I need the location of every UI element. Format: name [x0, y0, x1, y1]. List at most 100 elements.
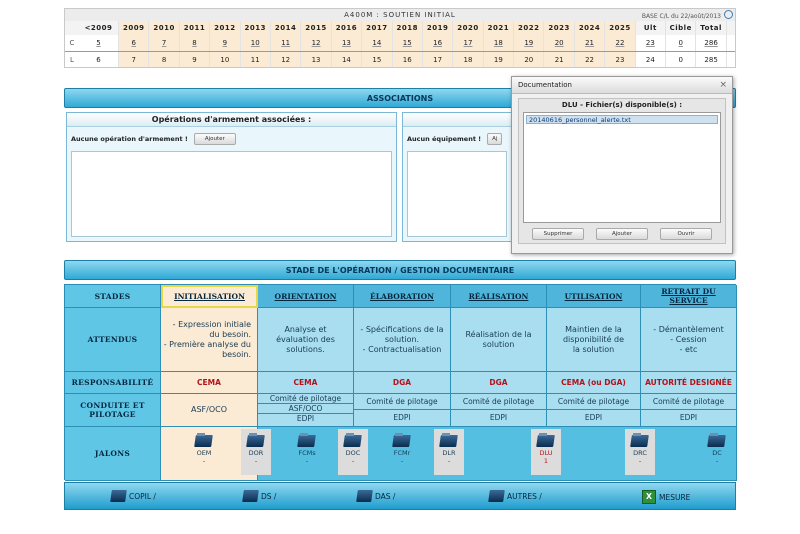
milestone-label: DRC: [633, 449, 647, 457]
stage-retrait[interactable]: RETRAIT DU SERVICE: [641, 285, 737, 308]
years-table: A400M : SOUTIEN INITIAL BASE C/L du 22/a…: [64, 8, 736, 68]
year-value[interactable]: 21: [574, 35, 606, 51]
das-link[interactable]: DAS /: [356, 490, 395, 502]
milestone-label: DOR: [248, 449, 264, 457]
year-value[interactable]: 0: [666, 35, 697, 51]
delete-button[interactable]: Supprimer: [532, 228, 584, 240]
folder-icon: [194, 433, 214, 447]
add-file-button[interactable]: Ajouter: [596, 228, 648, 240]
year-value[interactable]: 5: [79, 35, 119, 51]
file-list[interactable]: 20140616_personnel_alerte.txt: [523, 112, 721, 223]
year-header: Ult: [636, 21, 667, 35]
milestone-drc[interactable]: DRC -: [625, 429, 655, 475]
milestone-label: DOC: [345, 449, 361, 457]
year-value: 23: [605, 52, 636, 67]
conduite-item: EDPI: [584, 413, 603, 422]
stage-orientation[interactable]: ORIENTATION: [258, 285, 354, 308]
milestone-dc[interactable]: DC -: [702, 433, 732, 465]
year-value: 0: [666, 52, 697, 67]
footer-label: COPIL /: [129, 491, 156, 501]
year-value[interactable]: 8: [179, 35, 211, 51]
year-header: 2013: [240, 21, 271, 35]
conduite-item: ASF/OCO: [258, 404, 353, 414]
equipment-list[interactable]: [407, 151, 507, 237]
year-value[interactable]: 286: [696, 35, 727, 51]
years-header-row: <2009 2009 2010 2011 2012 2013 2014 2015 2016 201…: [65, 21, 735, 35]
operations-list[interactable]: [71, 151, 392, 237]
year-value: 17: [422, 52, 454, 67]
year-value[interactable]: 6: [119, 35, 150, 51]
year-value[interactable]: 23: [636, 35, 667, 51]
conduite-orientation: Comité de pilotage ASF/OCO EDPI: [258, 394, 354, 427]
mesure-link[interactable]: X MESURE: [642, 490, 690, 504]
year-value[interactable]: 11: [270, 35, 302, 51]
conduite-realisation: Comité de pilotage EDPI: [451, 394, 547, 427]
autres-link[interactable]: AUTRES /: [488, 490, 542, 502]
file-item[interactable]: 20140616_personnel_alerte.txt: [526, 115, 718, 124]
resp-retrait: AUTORITÉ DESIGNÉE: [641, 372, 737, 394]
year-header: Cible: [666, 21, 697, 35]
stage-grid: STADES ATTENDUS RESPONSABILITÉ CONDUITE …: [64, 284, 737, 481]
years-row-c: C 5 6 7 8 9 10 11 12 13 14 15 16 17 18 19 20 21 22 23 0 286: [65, 35, 735, 51]
dialog-subtitle: DLU - Fichier(s) disponible(s) :: [561, 101, 683, 109]
year-value: 24: [636, 52, 667, 67]
stage-elaboration[interactable]: ÉLABORATION: [354, 285, 451, 308]
year-value: 19: [483, 52, 515, 67]
copil-link[interactable]: COPIL /: [110, 490, 156, 502]
milestone-dlu[interactable]: DLU 1: [531, 429, 561, 475]
milestone-dlr[interactable]: DLR -: [434, 429, 464, 475]
milestone-oem[interactable]: OEM -: [189, 433, 219, 465]
milestone-fcms[interactable]: FCMs -: [292, 433, 322, 465]
year-value[interactable]: 19: [514, 35, 545, 51]
no-operation-text: Aucune opération d'armement !: [71, 135, 188, 143]
folder-icon: [242, 490, 259, 502]
year-value[interactable]: 12: [301, 35, 332, 51]
year-value[interactable]: 17: [453, 35, 484, 51]
year-value[interactable]: 15: [392, 35, 423, 51]
year-value[interactable]: 13: [331, 35, 363, 51]
year-header: 2021: [483, 21, 515, 35]
dialog-header[interactable]: Documentation ×: [512, 77, 732, 94]
close-icon[interactable]: ×: [719, 77, 727, 94]
stage-realisation[interactable]: RÉALISATION: [451, 285, 547, 308]
year-value[interactable]: 14: [362, 35, 393, 51]
add-operation-button[interactable]: Ajouter: [193, 133, 236, 145]
stage-utilisation[interactable]: UTILISATION: [547, 285, 641, 308]
row-header-responsabilite: RESPONSABILITÉ: [65, 372, 161, 394]
year-value[interactable]: 7: [149, 35, 180, 51]
year-header: 2023: [544, 21, 575, 35]
magnifier-icon[interactable]: [724, 10, 733, 19]
milestone-doc[interactable]: DOC -: [338, 429, 368, 475]
conduite-item: Comité de pilotage: [258, 394, 353, 404]
milestone-dor[interactable]: DOR -: [241, 429, 271, 475]
year-value[interactable]: 16: [422, 35, 454, 51]
equipment-panel-title: [403, 113, 511, 127]
no-equipment-text: Aucun équipement !: [407, 135, 482, 143]
open-button[interactable]: Ouvrir: [660, 228, 712, 240]
milestone-fcmr[interactable]: FCMr -: [387, 433, 417, 465]
dialog-body: DLU - Fichier(s) disponible(s) : 2014061…: [518, 98, 726, 244]
attendus-realisation: Réalisation de la solution: [451, 308, 547, 372]
year-value: 10: [210, 52, 241, 67]
row-label: C: [69, 39, 75, 47]
add-equipment-button[interactable]: Aj: [487, 133, 503, 145]
year-value[interactable]: 18: [483, 35, 515, 51]
spreadsheet-icon: X: [642, 490, 656, 504]
row-header-conduite: CONDUITE ET PILOTAGE: [65, 394, 161, 427]
ds-link[interactable]: DS /: [242, 490, 276, 502]
year-header: 2024: [574, 21, 606, 35]
conduite-item: Comité de pilotage: [547, 394, 640, 410]
stage-initialisation[interactable]: INITIALISATION: [161, 285, 258, 308]
milestone-count: -: [202, 457, 206, 465]
year-value[interactable]: 9: [210, 35, 241, 51]
milestone-count: -: [400, 457, 404, 465]
attendus-retrait: - Démantèlement - Cession - etc: [641, 308, 737, 372]
year-value[interactable]: 20: [544, 35, 575, 51]
table-title: A400M : SOUTIEN INITIAL BASE C/L du 22/a…: [65, 9, 735, 21]
row-header-attendus: ATTENDUS: [65, 308, 161, 372]
year-value[interactable]: 22: [605, 35, 636, 51]
operations-panel-title: Opérations d'armement associées :: [67, 113, 396, 127]
row-header-jalons: JALONS: [65, 427, 161, 481]
year-value: 6: [79, 52, 119, 67]
year-value[interactable]: 10: [240, 35, 271, 51]
